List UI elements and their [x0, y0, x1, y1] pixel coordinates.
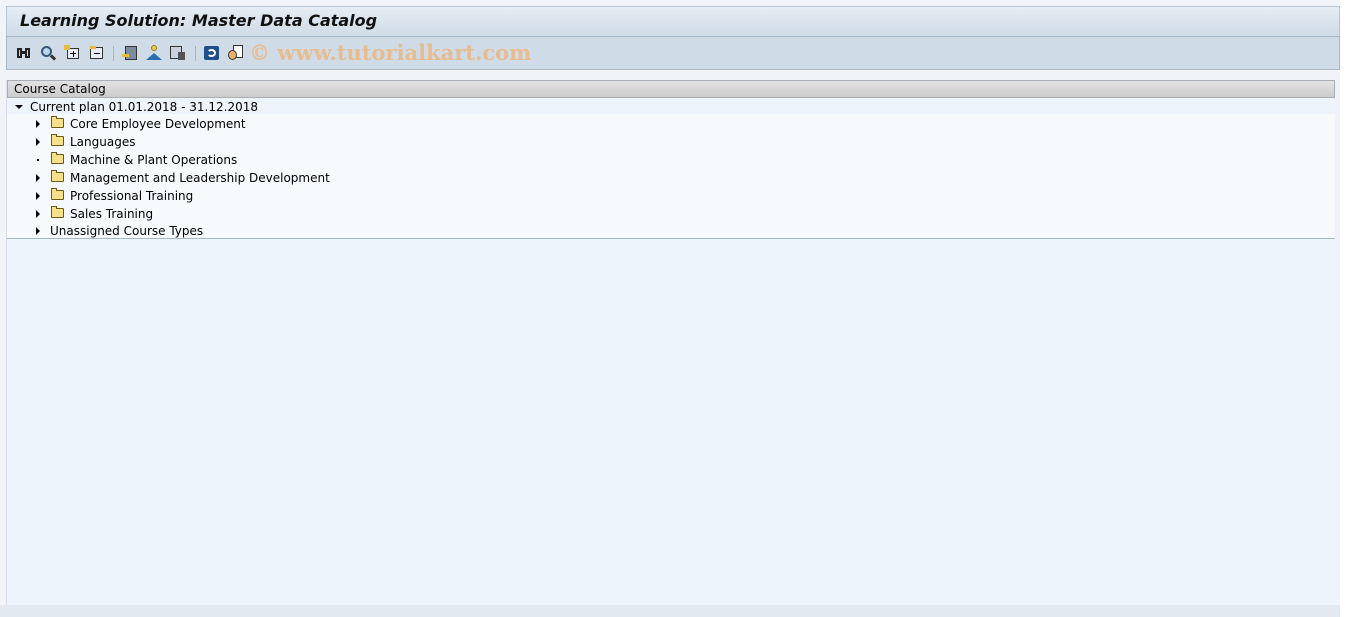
tree-item-label: Core Employee Development	[70, 117, 246, 131]
divider	[7, 238, 1335, 239]
toolbar-separator	[195, 46, 196, 61]
list-move-icon[interactable]	[122, 45, 138, 61]
delete-list-icon[interactable]	[170, 45, 186, 61]
watermark: © www.tutorialkart.com	[249, 40, 532, 65]
leaf-dot-icon	[37, 159, 39, 161]
person-icon[interactable]	[146, 45, 162, 61]
refresh-icon[interactable]	[204, 45, 220, 61]
application-toolbar: © www.tutorialkart.com	[6, 36, 1340, 70]
collapsed-arrow-icon[interactable]	[36, 120, 40, 128]
tree-item-label: Languages	[70, 135, 136, 149]
folder-icon	[51, 170, 64, 182]
tree-item-label: Machine & Plant Operations	[70, 153, 238, 167]
magnifier-icon[interactable]	[40, 45, 57, 61]
folder-icon	[51, 116, 64, 128]
toolbar-separator	[113, 46, 114, 61]
collapsed-arrow-icon[interactable]	[36, 174, 40, 182]
course-catalog-panel: Course Catalog Current plan 01.01.2018 -…	[6, 80, 1335, 605]
expanded-arrow-icon[interactable]	[15, 105, 23, 109]
collapsed-arrow-icon[interactable]	[36, 227, 40, 235]
folder-icon	[51, 206, 64, 218]
expand-all-icon[interactable]	[64, 45, 80, 61]
collapsed-arrow-icon[interactable]	[36, 138, 40, 146]
window-title: Learning Solution: Master Data Catalog	[20, 11, 378, 30]
tree-item-label: Sales Training	[70, 207, 154, 221]
panel-header: Course Catalog	[7, 80, 1335, 98]
binoculars-icon[interactable]	[16, 45, 32, 61]
collapsed-arrow-icon[interactable]	[36, 210, 40, 218]
title-bar: Learning Solution: Master Data Catalog	[6, 6, 1340, 36]
folder-icon	[51, 152, 64, 164]
collapsed-arrow-icon[interactable]	[36, 192, 40, 200]
collapse-all-icon[interactable]	[88, 45, 104, 61]
folder-icon	[51, 188, 64, 200]
folder-icon	[51, 134, 64, 146]
tree-item-label: Professional Training	[70, 189, 194, 203]
info-person-icon[interactable]	[228, 45, 244, 61]
status-area	[0, 605, 1340, 617]
tree-item-label: Management and Leadership Development	[70, 171, 330, 185]
window-edge	[1340, 0, 1354, 617]
